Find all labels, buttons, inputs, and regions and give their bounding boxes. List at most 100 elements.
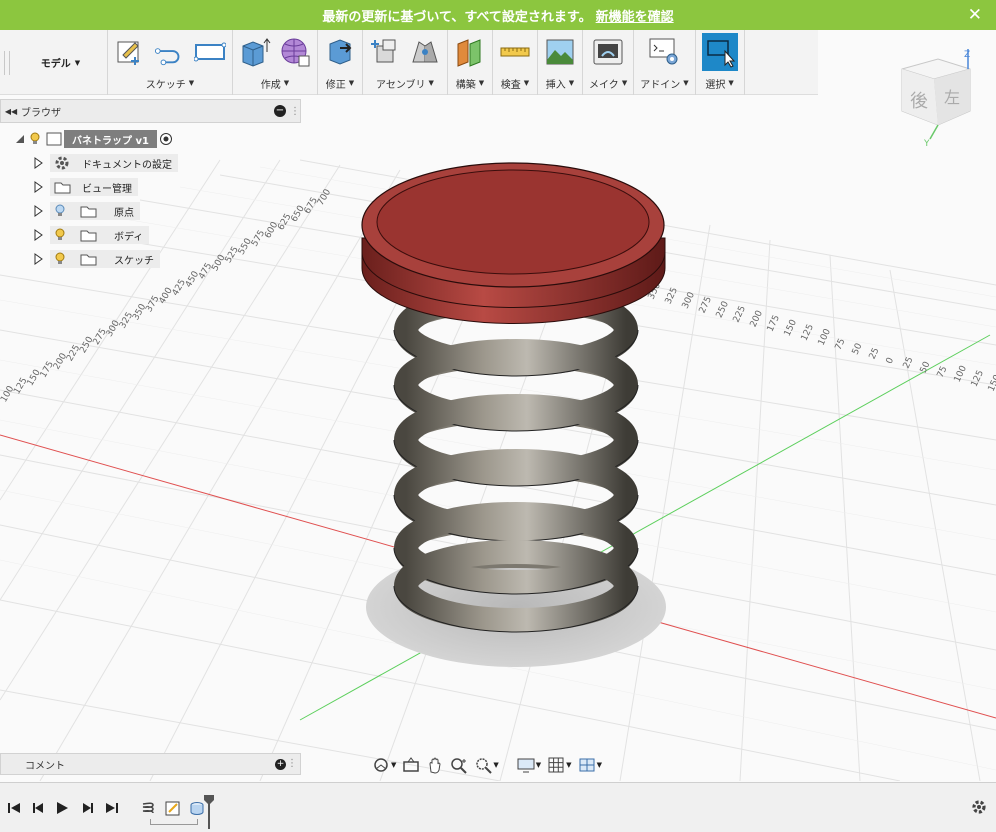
add-comment-icon[interactable]: + (275, 759, 286, 770)
expand-root-icon[interactable] (14, 133, 26, 145)
visibility-bulb-icon[interactable] (54, 204, 66, 218)
pan-hand-icon[interactable] (426, 755, 444, 775)
comments-label: コメント (25, 760, 65, 772)
banner-close-icon[interactable]: ✕ (968, 5, 982, 25)
sketch-menu[interactable]: スケッチ ▼ (146, 74, 194, 92)
display-settings-icon[interactable]: ▼ (517, 755, 541, 775)
scripts-addins-icon[interactable] (648, 36, 680, 68)
activate-radio-icon[interactable] (157, 132, 175, 146)
browser-minimize-icon[interactable]: − (274, 105, 286, 117)
insert-image-icon[interactable] (544, 36, 576, 68)
gear-icon (55, 156, 69, 170)
sketch-feature-icon[interactable] (165, 800, 181, 816)
tree-item-bodies[interactable]: ボディ (32, 225, 150, 245)
grid-label-right: 100 (953, 364, 969, 384)
new-component-icon[interactable] (369, 36, 401, 68)
workspace-switcher[interactable]: モデル ▼ (14, 30, 108, 95)
viewcube-face-back[interactable]: 後 (910, 91, 928, 112)
modify-menu[interactable]: 修正 ▼ (326, 74, 354, 92)
grid-labels-left: 7006756506256005755505255004754504254003… (0, 187, 333, 412)
expand-triangle-icon[interactable] (32, 181, 44, 193)
go-to-start-icon[interactable] (6, 800, 22, 816)
grid-settings-icon[interactable]: ▼ (547, 755, 572, 775)
root-component-label[interactable]: バネトラップ v1 (64, 130, 157, 148)
go-to-end-icon[interactable] (104, 800, 120, 816)
tree-item-label: 原点 (114, 207, 134, 219)
create-sketch-icon[interactable] (114, 36, 146, 68)
play-icon[interactable] (54, 800, 70, 816)
expand-triangle-icon[interactable] (32, 205, 44, 217)
comments-pin-icon[interactable]: ⋮ (287, 758, 297, 769)
line-icon[interactable] (154, 36, 186, 68)
timeline-settings-gear-icon[interactable] (970, 798, 988, 816)
viewcube-face-left[interactable]: 左 (944, 88, 960, 107)
canvas-viewport[interactable]: 700 675 650 625 600 575 550 525 500 475 450 425 400 3… (0, 49, 996, 782)
viewcube[interactable]: 後 左 Z Y (890, 47, 980, 149)
component-icon (44, 132, 64, 146)
spring-body[interactable] (393, 284, 639, 633)
step-back-icon[interactable] (30, 800, 46, 816)
toolbar-grip[interactable] (0, 30, 14, 95)
cap-body[interactable] (361, 162, 666, 325)
insert-group: 挿入 ▼ (538, 30, 583, 95)
press-pull-icon[interactable] (324, 36, 356, 68)
offset-plane-icon[interactable] (454, 36, 486, 68)
grid-label-right: 75 (834, 337, 848, 352)
navigation-bar: ▼ ▼ ▼ ▼ ▼ (372, 754, 602, 776)
expand-triangle-icon[interactable] (32, 253, 44, 265)
grid-label-right: 50 (851, 342, 865, 357)
zoom-icon[interactable] (450, 755, 468, 775)
grid-label-left: 700 (316, 187, 333, 207)
extrude-icon[interactable] (239, 36, 271, 68)
whats-new-link[interactable]: 新機能を確認 (596, 6, 674, 25)
expand-triangle-icon[interactable] (32, 157, 44, 169)
visibility-bulb-icon[interactable] (54, 228, 66, 242)
timeline-marker[interactable] (204, 795, 214, 829)
measure-icon[interactable] (499, 36, 531, 68)
create-menu[interactable]: 作成 ▼ (261, 74, 289, 92)
folder-icon (54, 182, 71, 194)
select-menu[interactable]: 選択 ▼ (705, 74, 733, 92)
extrude-feature-icon[interactable] (189, 800, 205, 816)
insert-menu[interactable]: 挿入 ▼ (546, 74, 574, 92)
viewports-icon[interactable]: ▼ (578, 755, 602, 775)
collapse-browser-icon[interactable]: ◀◀ (1, 107, 21, 116)
grid-label-right: 125 (800, 323, 816, 343)
make-menu[interactable]: メイク ▼ (589, 74, 627, 92)
visibility-bulb-icon[interactable] (26, 132, 44, 146)
look-at-icon[interactable] (402, 755, 420, 775)
grid-label-right: 225 (732, 304, 748, 324)
browser-title: ブラウザ (21, 107, 61, 119)
coil-feature-icon[interactable] (140, 800, 156, 816)
3d-scene[interactable]: 7006756506256005755505255004754504254003… (0, 95, 996, 782)
joint-icon[interactable] (409, 36, 441, 68)
browser-pin-icon[interactable]: ⋮ (290, 106, 300, 117)
fit-zoom-icon[interactable]: ▼ (474, 755, 499, 775)
rectangle-icon[interactable] (194, 36, 226, 68)
grid-label-right: 150 (783, 318, 799, 338)
grid-label-right: 125 (970, 369, 986, 389)
addins-menu[interactable]: アドイン ▼ (640, 74, 688, 92)
tree-item-sketches[interactable]: スケッチ (32, 249, 160, 269)
tree-item-document-settings[interactable]: ドキュメントの設定 (32, 153, 178, 173)
tree-item-origin[interactable]: 原点 (32, 201, 140, 221)
visibility-bulb-icon[interactable] (54, 252, 66, 266)
main-toolbar: モデル ▼ スケッチ ▼ 作成 ▼ 修正 ▼ アセンブリ ▼ 構築 ▼ 検査 ▼… (0, 30, 818, 95)
step-forward-icon[interactable] (80, 800, 96, 816)
select-icon[interactable] (701, 33, 738, 71)
tree-root[interactable]: バネトラップ v1 (14, 129, 175, 149)
axis-y-label: Y (923, 139, 930, 147)
form-icon[interactable] (279, 36, 311, 68)
3d-print-icon[interactable] (592, 36, 624, 68)
tree-item-named-views[interactable]: ビュー管理 (32, 177, 138, 197)
expand-triangle-icon[interactable] (32, 229, 44, 241)
construct-menu[interactable]: 構築 ▼ (456, 74, 484, 92)
sketch-group: スケッチ ▼ (108, 30, 233, 95)
folder-icon (80, 254, 97, 266)
folder-icon (80, 230, 97, 242)
grid-label-right: 175 (766, 314, 782, 334)
workspace-label: モデル (40, 59, 71, 70)
orbit-icon[interactable]: ▼ (372, 755, 396, 775)
inspect-menu[interactable]: 検査 ▼ (501, 74, 529, 92)
assemble-menu[interactable]: アセンブリ ▼ (376, 74, 434, 92)
